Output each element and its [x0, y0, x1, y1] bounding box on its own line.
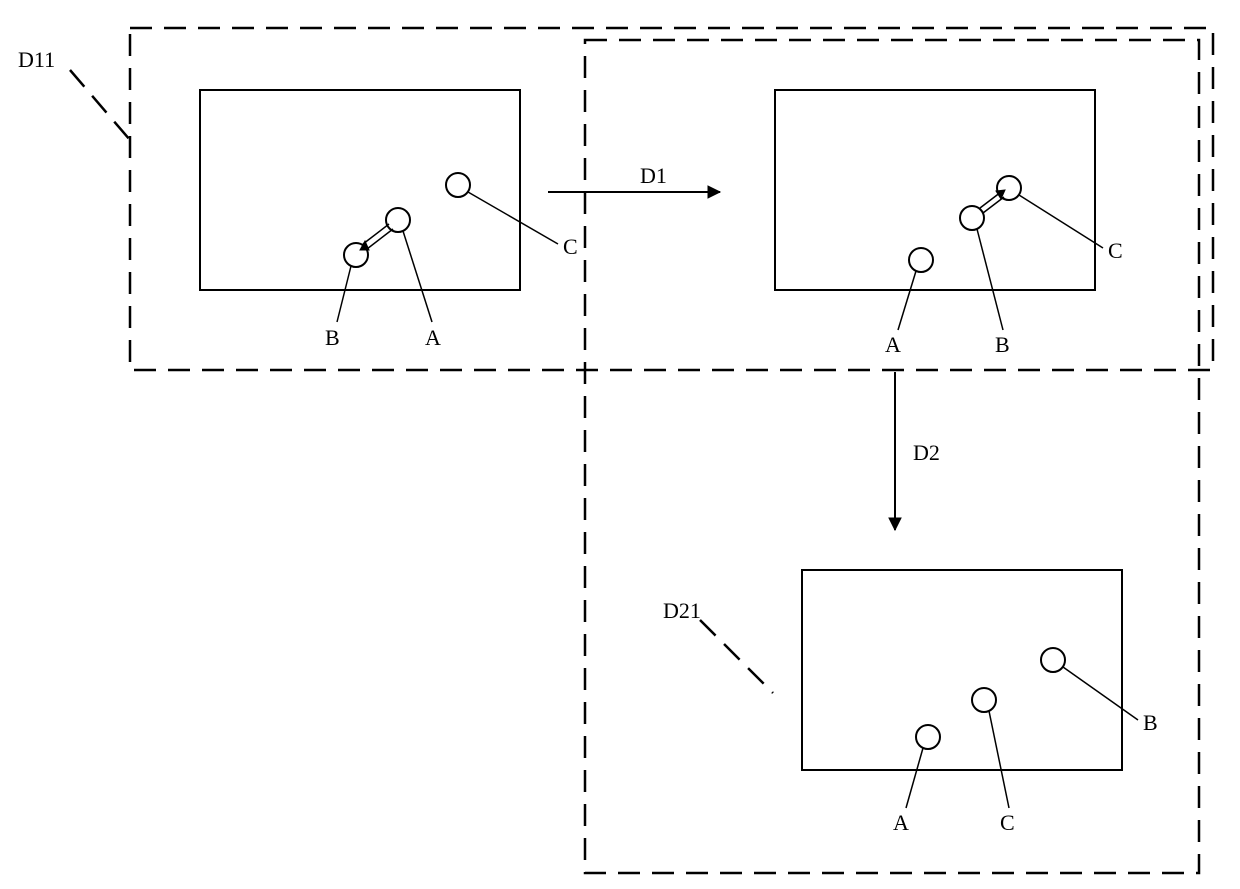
point-c-tl-leader: [468, 192, 558, 244]
point-a-tl-label: A: [425, 325, 441, 350]
arrow-d1-label: D1: [640, 163, 667, 188]
point-c-b-label: C: [1000, 810, 1015, 835]
point-a-b: [916, 725, 940, 749]
point-a-tl-leader: [403, 231, 432, 322]
region-d21-leader: [700, 620, 773, 693]
bc-doublearrow-tr: [980, 190, 1005, 213]
point-c-tr-leader: [1019, 195, 1103, 248]
frame-top-left: B A C: [200, 90, 578, 350]
point-a-tl: [386, 208, 410, 232]
point-a-b-label: A: [893, 810, 909, 835]
region-d11-box: [130, 28, 1213, 370]
point-b-tl-label: B: [325, 325, 340, 350]
point-a-tr-leader: [898, 271, 916, 330]
point-c-b: [972, 688, 996, 712]
point-b-b: [1041, 648, 1065, 672]
point-a-tr: [909, 248, 933, 272]
point-b-tl-leader: [337, 266, 351, 322]
region-d11-label: D11: [18, 47, 55, 72]
arrow-d1: D1: [548, 163, 720, 198]
point-b-tr: [960, 206, 984, 230]
region-d11-leader: [70, 70, 130, 140]
point-b-b-leader: [1063, 667, 1138, 720]
point-c-b-leader: [989, 711, 1009, 808]
point-b-tr-label: B: [995, 332, 1010, 357]
point-c-tl: [446, 173, 470, 197]
point-c-tl-label: C: [563, 234, 578, 259]
region-d21-box: [585, 40, 1199, 873]
frame-top-right: A B C: [775, 90, 1123, 357]
arrow-d2-label: D2: [913, 440, 940, 465]
point-c-tr-label: C: [1108, 238, 1123, 263]
point-a-tr-label: A: [885, 332, 901, 357]
diagram-canvas: D11 D21 B A C D1: [0, 0, 1240, 889]
point-b-tr-leader: [977, 229, 1003, 330]
frame-bottom: A C B: [802, 570, 1158, 835]
arrow-d2: D2: [889, 372, 940, 530]
region-d21-label: D21: [663, 598, 701, 623]
point-a-b-leader: [906, 748, 923, 808]
point-b-b-label: B: [1143, 710, 1158, 735]
